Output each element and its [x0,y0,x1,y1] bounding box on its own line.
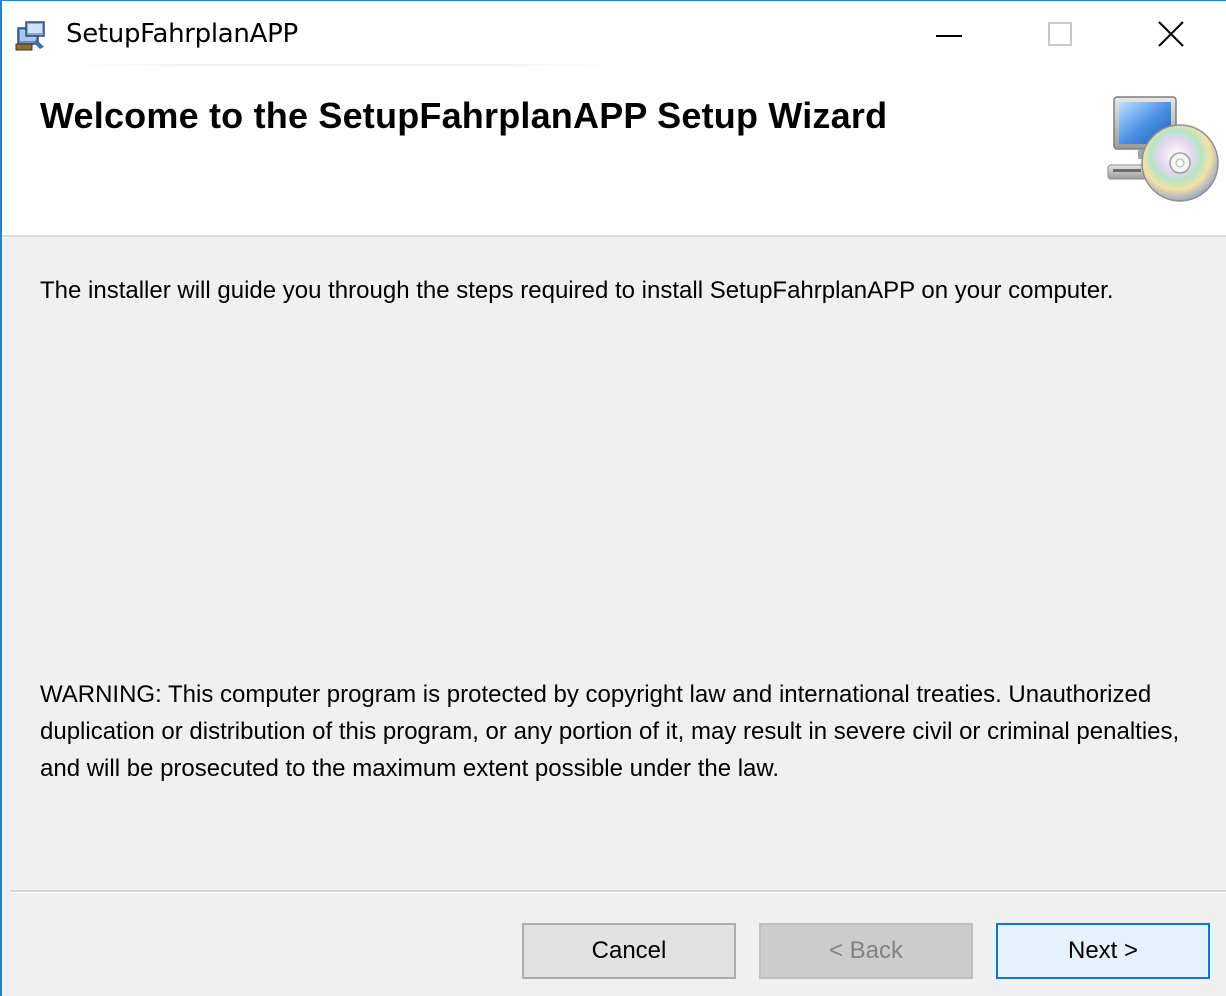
installer-app-icon [15,21,45,51]
copyright-warning: WARNING: This computer program is protec… [40,681,1180,782]
footer-divider [10,890,1226,893]
title-bar[interactable]: SetupFahrplanAPP [2,1,1226,69]
next-button[interactable]: Next > [996,923,1210,979]
close-button[interactable] [1116,1,1226,67]
intro-text: The installer will guide you through the… [40,277,1114,304]
back-button[interactable]: < Back [759,923,973,979]
maximize-icon [1048,22,1072,46]
window-title: SetupFahrplanAPP [66,19,298,49]
minimize-icon [936,35,962,37]
close-icon [1158,21,1184,47]
computer-cd-icon [1107,96,1219,202]
minimize-button[interactable] [894,1,1004,67]
maximize-button[interactable] [1005,1,1115,67]
setup-wizard-window: SetupFahrplanAPP Welcome to the SetupFah… [0,0,1226,996]
title-separator [66,64,622,66]
wizard-title: Welcome to the SetupFahrplanAPP Setup Wi… [40,95,888,136]
cancel-button[interactable]: Cancel [522,923,736,979]
wizard-banner: Welcome to the SetupFahrplanAPP Setup Wi… [2,69,1226,237]
